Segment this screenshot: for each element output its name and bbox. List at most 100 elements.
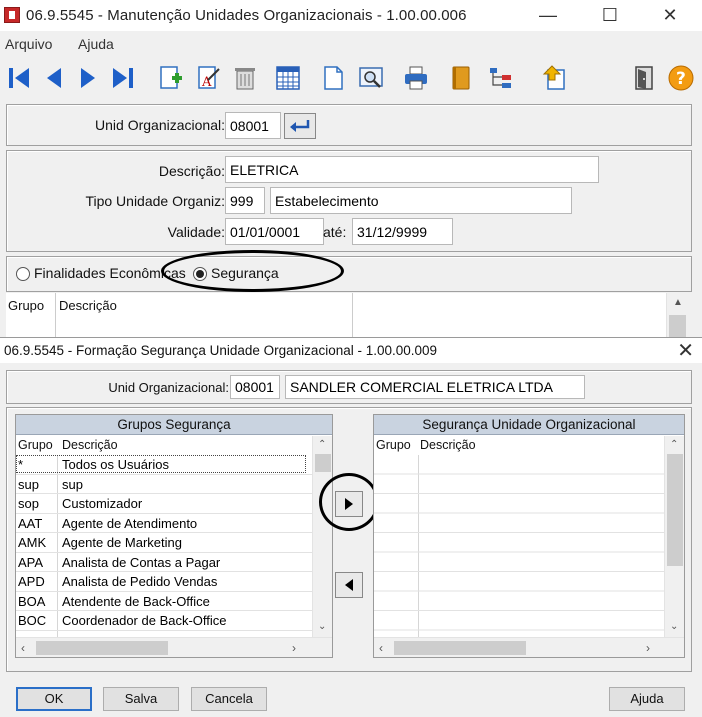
scroll-up-icon[interactable]: ⌃ [318, 439, 326, 450]
dialog-close-icon[interactable]: ✕ [677, 338, 694, 363]
scroll-left-icon[interactable]: ‹ [379, 641, 383, 655]
delete-record-icon[interactable] [230, 63, 260, 93]
unid-field[interactable]: 08001 [225, 112, 281, 139]
scroll-up-icon[interactable]: ⌃ [670, 439, 678, 450]
right-grid-hscroll[interactable]: ‹ › [374, 637, 684, 657]
grid-view-icon[interactable] [273, 63, 303, 93]
descricao-field[interactable]: ELETRICA [225, 156, 599, 183]
cancela-button[interactable]: Cancela [191, 687, 267, 711]
book-icon[interactable] [446, 63, 476, 93]
right-col-descricao[interactable]: Descrição [420, 438, 476, 452]
scroll-left-icon[interactable]: ‹ [21, 641, 25, 655]
menu-bar: Arquivo Ajuda [0, 31, 702, 57]
left-col-descricao[interactable]: Descrição [62, 438, 118, 452]
descricao-label: Descrição: [158, 163, 225, 179]
left-grid-hscroll-thumb[interactable] [36, 641, 168, 655]
print-icon[interactable] [401, 63, 431, 93]
cell-descricao: Customizador [62, 496, 143, 511]
radio-finalidades[interactable] [16, 267, 30, 281]
cell-descricao: Todos os Usuários [62, 457, 169, 472]
dialog-content-panel: Grupos Segurança Grupo Descrição * Todos… [6, 407, 692, 672]
dialog-title: 06.9.5545 - Formação Segurança Unidade O… [4, 343, 438, 358]
scroll-down-icon[interactable]: ⌄ [318, 621, 326, 632]
scroll-right-icon[interactable]: › [646, 641, 650, 655]
previous-record-icon[interactable] [38, 63, 68, 93]
right-grid-hscroll-thumb[interactable] [394, 641, 526, 655]
last-record-icon[interactable] [108, 63, 138, 93]
ok-button[interactable]: OK [16, 687, 92, 711]
enter-button[interactable] [284, 113, 316, 139]
seguranca-unidade-title: Segurança Unidade Organizacional [374, 415, 684, 435]
validade-label: Validade: [167, 224, 225, 240]
remove-from-right-button[interactable] [335, 572, 363, 598]
edit-record-icon[interactable]: A [193, 63, 223, 93]
seguranca-unidade-grid: Segurança Unidade Organizacional Grupo D… [373, 414, 685, 658]
table-row[interactable]: sup sup [16, 475, 312, 494]
main-window-title: 06.9.5545 - Manutenção Unidades Organiza… [26, 7, 467, 24]
scroll-right-icon[interactable]: › [292, 641, 296, 655]
next-record-icon[interactable] [74, 63, 104, 93]
radio-seguranca[interactable] [193, 267, 207, 281]
scroll-up-icon[interactable]: ▲ [673, 297, 683, 308]
table-row[interactable]: * Todos os Usuários [16, 455, 312, 475]
add-record-icon[interactable] [155, 63, 185, 93]
tree-structure-icon[interactable] [486, 63, 516, 93]
cell-descricao: Coordenador de Back-Office [62, 613, 227, 628]
menu-ajuda[interactable]: Ajuda [78, 36, 114, 52]
enter-arrow-icon [290, 120, 310, 132]
left-grid-scroll-thumb[interactable] [315, 454, 331, 472]
close-button[interactable]: ✕ [648, 3, 692, 27]
left-grid-hscroll[interactable]: ‹ › [16, 637, 332, 657]
dialog-unid-label: Unid Organizacional: [108, 380, 229, 395]
right-grid-vscroll[interactable]: ⌃ ⌄ [664, 436, 684, 637]
right-grid-empty-rows [374, 455, 664, 637]
main-grid-col-grupo[interactable]: Grupo [8, 298, 44, 313]
menu-arquivo[interactable]: Arquivo [5, 36, 52, 52]
first-record-icon[interactable] [4, 63, 34, 93]
salva-button[interactable]: Salva [103, 687, 179, 711]
scroll-down-icon[interactable]: ⌄ [670, 621, 678, 632]
tipo-desc-field: Estabelecimento [270, 187, 572, 214]
table-row[interactable]: BOA Atendente de Back-Office [16, 592, 312, 611]
left-col-grupo[interactable]: Grupo [18, 438, 53, 452]
cell-descricao: Agente de Marketing [62, 535, 182, 550]
maximize-button[interactable]: ☐ [588, 3, 632, 27]
main-grid-col-descricao[interactable]: Descrição [59, 298, 117, 313]
table-row[interactable]: sop Customizador [16, 494, 312, 514]
annotation-circle [319, 473, 379, 531]
tipo-code-field[interactable]: 999 [225, 187, 265, 214]
table-row[interactable]: AMK Agente de Marketing [16, 533, 312, 553]
ate-label: até: [323, 224, 347, 240]
table-row[interactable]: APA Analista de Contas a Pagar [16, 553, 312, 572]
cell-grupo: sop [18, 496, 39, 511]
validade-from-field[interactable]: 01/01/0001 [225, 218, 324, 245]
minimize-button[interactable]: — [526, 3, 570, 27]
main-grid-vscroll[interactable]: ▲ [666, 293, 687, 340]
table-row[interactable]: BOC Coordenador de Back-Office [16, 611, 312, 631]
cell-descricao: Analista de Contas a Pagar [62, 554, 221, 570]
table-row[interactable]: AAT Agente de Atendimento [16, 514, 312, 533]
help-icon[interactable]: ? [666, 63, 696, 93]
ajuda-button[interactable]: Ajuda [609, 687, 685, 711]
svg-text:?: ? [676, 69, 686, 89]
document-icon[interactable] [318, 63, 348, 93]
right-col-grupo[interactable]: Grupo [376, 438, 411, 452]
print-preview-icon[interactable] [356, 63, 386, 93]
radio-seguranca-label[interactable]: Segurança [211, 265, 281, 281]
exit-door-icon[interactable] [629, 63, 659, 93]
unid-panel: Unid Organizacional: 08001 [6, 104, 692, 146]
right-grid-scroll-thumb[interactable] [667, 454, 683, 566]
dialog-unid-field[interactable]: 08001 [230, 375, 280, 399]
cell-grupo: BOC [18, 613, 47, 628]
dialog-unid-name-field: SANDLER COMERCIAL ELETRICA LTDA [285, 375, 585, 399]
main-grid: Grupo Descrição ▲ [6, 293, 687, 340]
main-window: 06.9.5545 - Manutenção Unidades Organiza… [0, 0, 702, 340]
cell-grupo: sup [18, 476, 39, 492]
export-icon[interactable] [539, 63, 569, 93]
grupos-seguranca-grid: Grupos Segurança Grupo Descrição * Todos… [15, 414, 333, 658]
details-panel: Descrição: ELETRICA Tipo Unidade Organiz… [6, 150, 692, 252]
validade-to-field[interactable]: 31/12/9999 [352, 218, 453, 245]
left-grid-vscroll[interactable]: ⌃ ⌄ [312, 436, 332, 637]
cell-descricao: Agente de Atendimento [62, 515, 198, 531]
table-row[interactable]: APD Analista de Pedido Vendas [16, 572, 312, 592]
